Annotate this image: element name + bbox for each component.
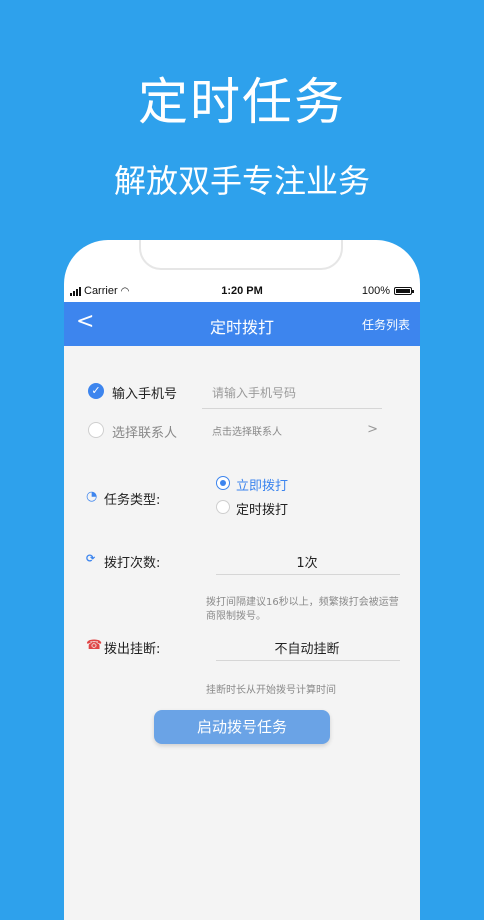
- task-list-link[interactable]: 任务列表: [362, 316, 410, 333]
- clock-icon: ◔: [86, 489, 98, 504]
- chevron-right-icon[interactable]: >: [367, 422, 378, 437]
- radio-immediate-label[interactable]: 立即拨打: [236, 475, 288, 494]
- hero-title: 定时任务: [138, 73, 346, 131]
- start-dial-task-button[interactable]: 启动拨号任务: [154, 710, 330, 744]
- hangup-row: ☎ 拨出挂断: 不自动挂断: [64, 636, 420, 666]
- phone-hangup-icon: ☎: [86, 638, 103, 653]
- checked-icon[interactable]: ✓: [88, 383, 104, 399]
- radio-immediate[interactable]: [216, 476, 230, 490]
- battery-percent: 100%: [361, 285, 390, 297]
- phone-option-row: ✓ 输入手机号 请输入手机号码: [64, 382, 420, 410]
- radio-scheduled-label[interactable]: 定时拨打: [236, 499, 288, 518]
- hangup-hint: 挂断时长从开始拨号计算时间: [206, 685, 336, 696]
- contact-picker[interactable]: 点击选择联系人: [212, 423, 282, 438]
- hangup-select[interactable]: 不自动挂断: [214, 638, 400, 657]
- dial-count-label: 拨打次数:: [104, 556, 161, 571]
- unchecked-icon[interactable]: [88, 422, 104, 438]
- status-bar: Carrier ◠ 1:20 PM 100%: [64, 284, 420, 302]
- dial-count-underline: [216, 574, 400, 575]
- form-content: ✓ 输入手机号 请输入手机号码 选择联系人 点击选择联系人 > ◔ 任务类型: …: [64, 346, 420, 920]
- contact-option-label[interactable]: 选择联系人: [112, 422, 177, 441]
- dial-hint: 拨打间隔建议16秒以上，频繁拨打会被运营商限制拨号。: [206, 597, 399, 622]
- phone-option-label[interactable]: 输入手机号: [112, 383, 177, 402]
- radio-scheduled[interactable]: [216, 500, 230, 514]
- nav-bar: < 定时拨打 任务列表: [64, 302, 420, 346]
- hangup-label: 拨出挂断:: [104, 642, 161, 657]
- repeat-counter-icon: ⟳: [86, 552, 96, 565]
- task-type-label: 任务类型:: [104, 493, 161, 508]
- dial-count-select[interactable]: 1次: [214, 552, 400, 571]
- hangup-underline: [216, 660, 400, 661]
- battery-icon: [394, 287, 414, 295]
- phone-frame: Carrier ◠ 1:20 PM 100% < 定时拨打 任务列表 ✓ 输入手…: [64, 240, 420, 920]
- dial-count-row: ⟳ 拨打次数: 1次: [64, 550, 420, 580]
- phone-input[interactable]: 请输入手机号码: [212, 384, 296, 401]
- task-type-row: ◔ 任务类型: 立即拨打 定时拨打: [64, 474, 420, 524]
- phone-notch: [139, 240, 343, 270]
- phone-input-underline: [202, 408, 382, 409]
- hero-subtitle: 解放双手专注业务: [113, 162, 370, 200]
- contact-option-row: 选择联系人 点击选择联系人 >: [64, 422, 420, 446]
